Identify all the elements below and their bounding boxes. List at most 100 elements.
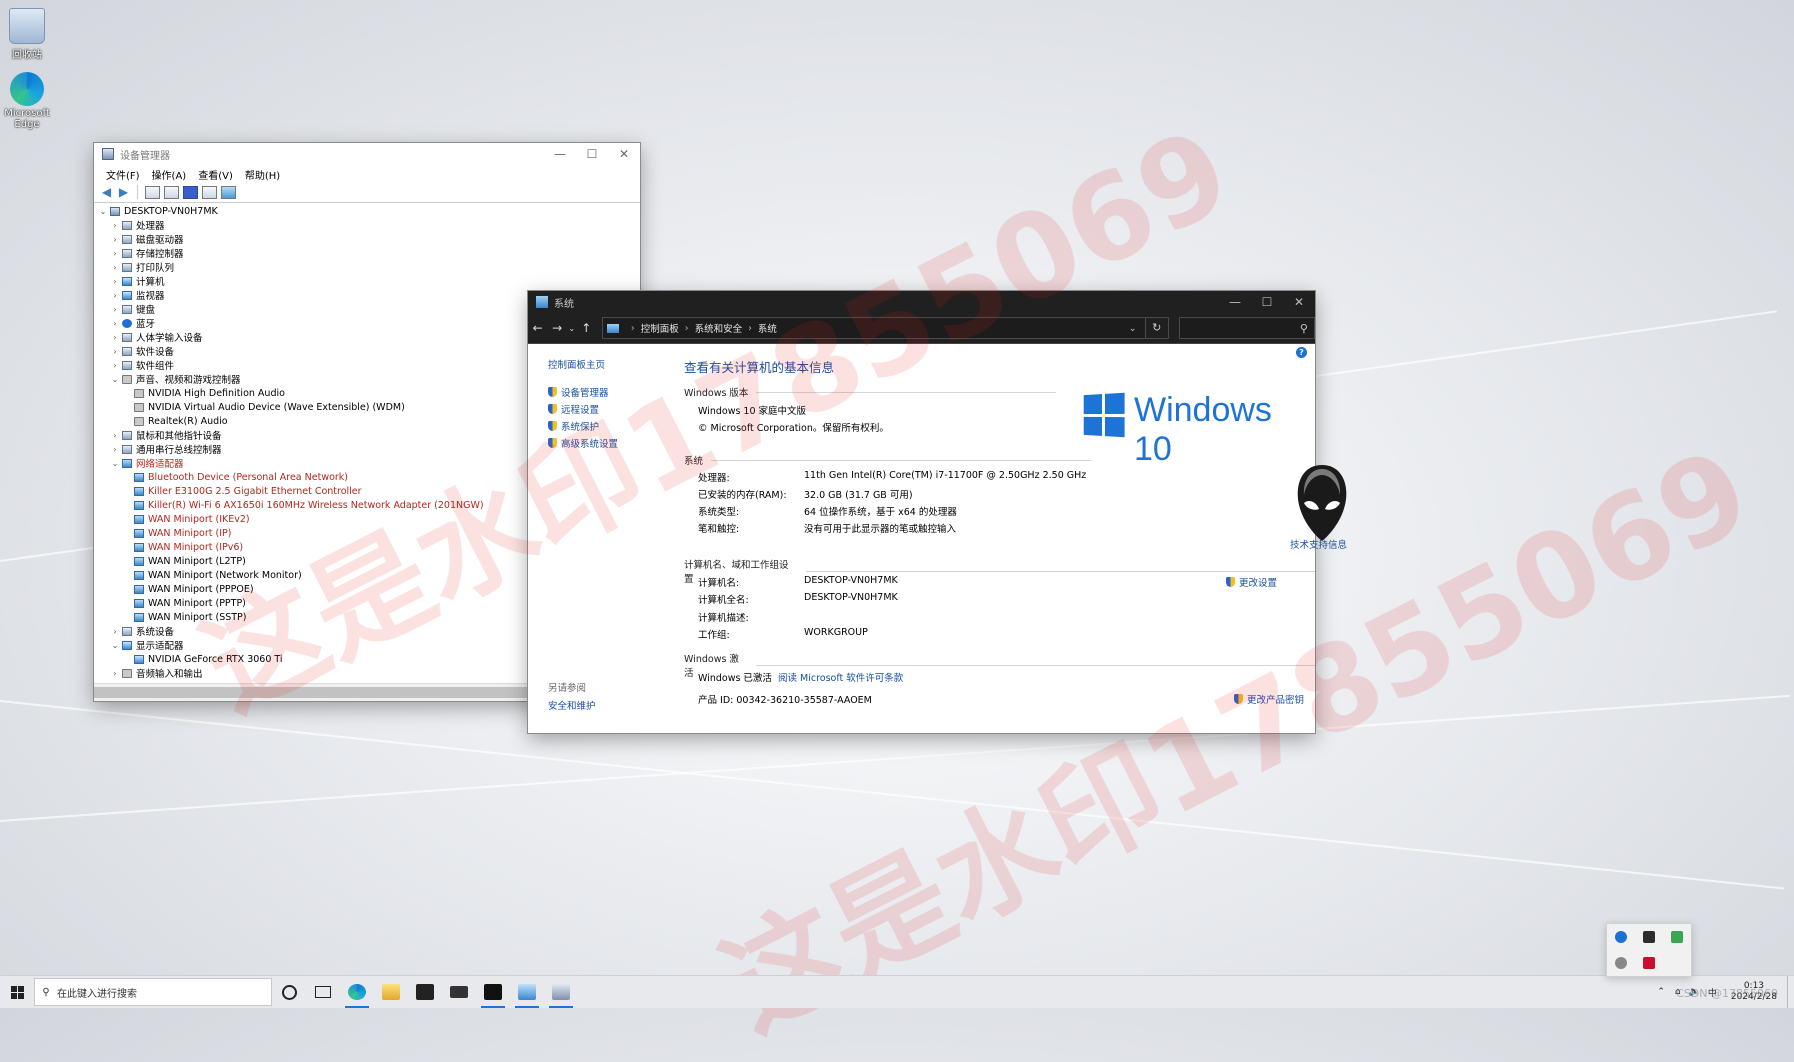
side-link-remote-settings[interactable]: 远程设置 bbox=[548, 402, 599, 416]
menu-help[interactable]: 帮助(H) bbox=[239, 165, 286, 182]
store-icon bbox=[416, 984, 434, 1000]
address-bar[interactable]: › 控制面板 › 系统和安全 › 系统 ⌄ bbox=[601, 317, 1146, 339]
scan-hardware-icon[interactable] bbox=[221, 185, 236, 199]
chevron-right-icon[interactable]: › bbox=[110, 431, 120, 440]
forward-arrow-icon[interactable]: ▶ bbox=[117, 186, 130, 198]
taskbar-system[interactable] bbox=[510, 976, 544, 1008]
chevron-down-icon[interactable]: ⌄ bbox=[110, 641, 120, 650]
search-box[interactable]: ⚲ bbox=[1178, 317, 1315, 339]
tree-item-label: 网络适配器 bbox=[136, 459, 184, 470]
bluetooth-icon[interactable] bbox=[1615, 931, 1627, 943]
tree-item-label: 打印队列 bbox=[136, 263, 175, 274]
support-info-link[interactable]: 技术支持信息 bbox=[1290, 537, 1347, 551]
device-icon bbox=[122, 444, 132, 454]
minimize-button[interactable]: — bbox=[1219, 291, 1251, 313]
network-security-icon[interactable] bbox=[1671, 931, 1683, 943]
up-arrow-icon[interactable]: ↑ bbox=[577, 321, 596, 335]
nvidia-icon[interactable] bbox=[1643, 931, 1655, 943]
pen-touch-value: 没有可用于此显示器的笔或触控输入 bbox=[804, 524, 957, 535]
mcafee-icon[interactable] bbox=[1643, 957, 1655, 969]
chevron-right-icon[interactable]: › bbox=[110, 445, 120, 454]
chevron-right-icon[interactable]: › bbox=[110, 319, 120, 328]
chevron-down-icon[interactable]: ⌄ bbox=[110, 459, 120, 468]
tree-category[interactable]: › 存储控制器 bbox=[94, 246, 640, 260]
taskbar-file-explorer[interactable] bbox=[374, 976, 408, 1008]
desktop-icon-edge[interactable]: Microsoft Edge bbox=[0, 72, 62, 130]
tree-category[interactable]: › 处理器 bbox=[94, 218, 640, 232]
address-dropdown-icon[interactable]: ⌄ bbox=[1121, 323, 1145, 334]
refresh-icon[interactable]: ↻ bbox=[1145, 317, 1169, 339]
taskbar-device-manager[interactable] bbox=[544, 976, 578, 1008]
close-button[interactable]: ✕ bbox=[608, 143, 640, 165]
chevron-right-icon[interactable]: › bbox=[110, 347, 120, 356]
taskbar-search-box[interactable]: ⚲ 在此键入进行搜索 bbox=[34, 978, 272, 1006]
show-hidden-icons-chevron-icon[interactable]: ⌃ bbox=[1651, 987, 1671, 997]
onedrive-icon[interactable] bbox=[1615, 957, 1627, 969]
breadcrumb-system[interactable]: 系统 bbox=[758, 321, 777, 335]
properties-icon[interactable] bbox=[164, 185, 179, 199]
tree-category[interactable]: › 打印队列 bbox=[94, 260, 640, 274]
device-manager-titlebar[interactable]: 设备管理器 — ☐ ✕ bbox=[94, 143, 640, 165]
chevron-right-icon[interactable]: › bbox=[110, 305, 120, 314]
forward-arrow-icon[interactable]: → bbox=[547, 321, 566, 335]
chevron-right-icon[interactable]: › bbox=[110, 221, 120, 230]
help-icon[interactable]: ? bbox=[1296, 347, 1307, 358]
tree-item-label: 存储控制器 bbox=[136, 249, 184, 260]
activation-status: Windows 已激活 阅读 Microsoft 软件许可条款 bbox=[698, 670, 903, 684]
chevron-right-icon[interactable]: › bbox=[110, 333, 120, 342]
taskbar-alienware[interactable] bbox=[476, 976, 510, 1008]
task-view-icon bbox=[315, 986, 331, 998]
chevron-right-icon[interactable]: › bbox=[110, 235, 120, 244]
menu-view[interactable]: 查看(V) bbox=[192, 165, 239, 182]
back-arrow-icon[interactable]: ◀ bbox=[100, 186, 113, 198]
full-name-value: DESKTOP-VN0H7MK bbox=[804, 592, 898, 603]
change-product-key-link[interactable]: 更改产品密钥 bbox=[1234, 692, 1304, 706]
maximize-button[interactable]: ☐ bbox=[576, 143, 608, 165]
windows-logo-icon bbox=[1083, 392, 1125, 438]
change-settings-link[interactable]: 更改设置 bbox=[1226, 575, 1277, 589]
chevron-right-icon[interactable]: › bbox=[110, 669, 120, 678]
control-panel-home-link[interactable]: 控制面板主页 bbox=[548, 357, 605, 371]
back-arrow-icon[interactable]: ← bbox=[528, 321, 547, 335]
show-hide-tree-icon[interactable] bbox=[145, 185, 160, 199]
desktop-icon-recycle-bin[interactable]: 回收站 bbox=[0, 8, 62, 61]
tree-category[interactable]: › 计算机 bbox=[94, 274, 640, 288]
task-view-button[interactable] bbox=[306, 976, 340, 1008]
maximize-button[interactable]: ☐ bbox=[1251, 291, 1283, 313]
chevron-right-icon[interactable]: › bbox=[110, 277, 120, 286]
show-desktop-button[interactable] bbox=[1787, 976, 1794, 1008]
start-button[interactable] bbox=[0, 976, 34, 1008]
side-link-advanced-settings[interactable]: 高级系统设置 bbox=[548, 436, 618, 450]
taskbar-mail[interactable] bbox=[442, 976, 476, 1008]
minimize-button[interactable]: — bbox=[544, 143, 576, 165]
cortana-button[interactable] bbox=[272, 976, 306, 1008]
taskbar-edge[interactable] bbox=[340, 976, 374, 1008]
chevron-down-icon[interactable]: ⌄ bbox=[98, 207, 108, 216]
scrollbar-thumb[interactable] bbox=[94, 687, 529, 698]
security-maintenance-link[interactable]: 安全和维护 bbox=[548, 698, 596, 712]
recent-locations-chevron-icon[interactable]: ⌄ bbox=[567, 324, 577, 333]
breadcrumb-control-panel[interactable]: 控制面板 bbox=[641, 321, 679, 335]
system-titlebar[interactable]: 系统 — ☐ ✕ bbox=[528, 291, 1315, 313]
chevron-right-icon[interactable]: › bbox=[110, 263, 120, 272]
chevron-right-icon[interactable]: › bbox=[110, 627, 120, 636]
close-button[interactable]: ✕ bbox=[1283, 291, 1315, 313]
processor-label: 处理器: bbox=[698, 473, 730, 484]
side-link-device-manager[interactable]: 设备管理器 bbox=[548, 385, 609, 399]
taskbar-store[interactable] bbox=[408, 976, 442, 1008]
view-icon[interactable] bbox=[202, 185, 217, 199]
chevron-right-icon[interactable]: › bbox=[110, 361, 120, 370]
help-icon[interactable] bbox=[183, 185, 198, 199]
menu-action[interactable]: 操作(A) bbox=[146, 165, 193, 182]
menu-file[interactable]: 文件(F) bbox=[100, 165, 146, 182]
side-link-system-protection[interactable]: 系统保护 bbox=[548, 419, 599, 433]
chevron-right-icon[interactable]: › bbox=[110, 249, 120, 258]
chevron-right-icon[interactable]: › bbox=[110, 291, 120, 300]
tree-category[interactable]: › 磁盘驱动器 bbox=[94, 232, 640, 246]
product-id: 产品 ID: 00342-36210-35587-AAOEM bbox=[698, 695, 872, 706]
license-terms-link[interactable]: 阅读 Microsoft 软件许可条款 bbox=[778, 673, 903, 684]
breadcrumb-system-security[interactable]: 系统和安全 bbox=[695, 321, 743, 335]
search-placeholder: 在此键入进行搜索 bbox=[57, 988, 137, 1000]
tree-root[interactable]: ⌄ DESKTOP-VN0H7MK bbox=[94, 204, 640, 218]
chevron-down-icon[interactable]: ⌄ bbox=[110, 375, 120, 384]
